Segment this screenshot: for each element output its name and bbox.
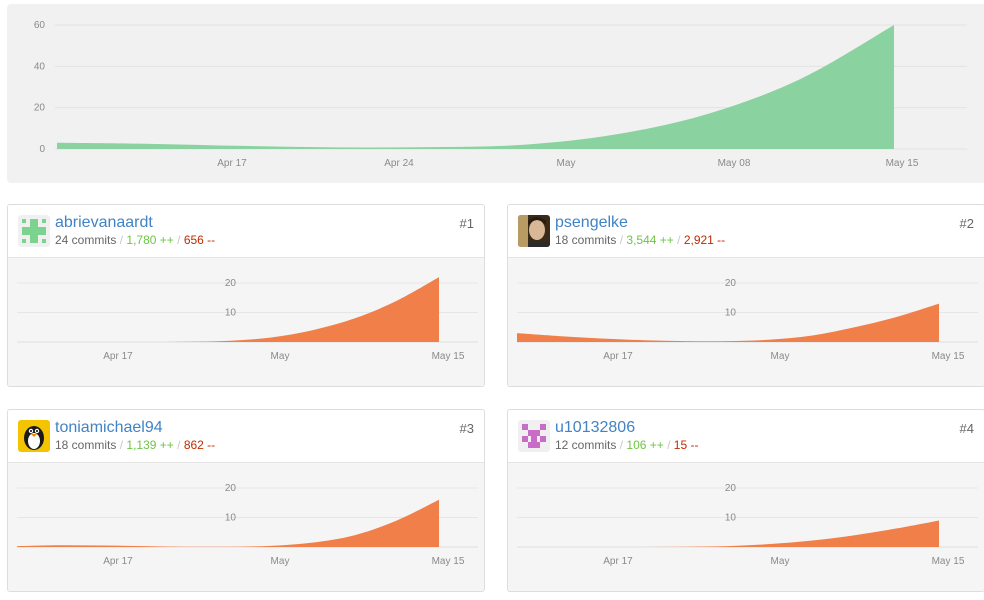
x-tick-label: Apr 24 bbox=[384, 158, 414, 169]
contributor-card: u10132806 12 commits / 106 ++ / 15 -- #4… bbox=[507, 409, 984, 592]
contributor-graph-svg: 10 20 Apr 17 May May 15 bbox=[517, 278, 978, 362]
y-tick-label: 10 bbox=[725, 513, 737, 524]
stats-separator: / bbox=[177, 233, 181, 247]
y-tick-label: 20 bbox=[225, 483, 237, 494]
deletions-count: 862 -- bbox=[183, 438, 216, 452]
contributor-stats: 12 commits / 106 ++ / 15 -- bbox=[555, 438, 698, 452]
overview-chart-svg: 0 20 40 60 Apr 17 Apr 24 May May 08 May 15 bbox=[34, 20, 967, 169]
stats-separator: / bbox=[619, 233, 624, 247]
user-photo-icon[interactable] bbox=[518, 215, 550, 247]
contributor-header: toniamichael94 18 commits / 1,139 ++ / 8… bbox=[8, 410, 484, 462]
commits-count: 24 commits bbox=[55, 233, 117, 247]
deletions-count: 656 -- bbox=[183, 233, 216, 247]
y-tick-label: 0 bbox=[39, 144, 45, 155]
stats-separator: / bbox=[119, 438, 124, 452]
contributor-header: psengelke 18 commits / 3,544 ++ / 2,921 … bbox=[508, 205, 984, 257]
contributor-username-link[interactable]: abrievanaardt bbox=[55, 214, 153, 232]
y-tick-label: 20 bbox=[225, 278, 237, 289]
commits-count: 18 commits bbox=[555, 233, 617, 247]
x-tick-label: Apr 17 bbox=[603, 351, 633, 362]
stats-separator: / bbox=[119, 233, 124, 247]
y-tick-label: 40 bbox=[34, 61, 46, 72]
contributor-stats: 18 commits / 3,544 ++ / 2,921 -- bbox=[555, 233, 725, 247]
contributor-rank: #4 bbox=[959, 421, 974, 436]
contributor-rank: #1 bbox=[459, 216, 474, 231]
identicon-pink-pattern-icon[interactable] bbox=[518, 420, 550, 452]
x-tick-label: May bbox=[271, 556, 290, 567]
contributor-graph-svg: 10 20 Apr 17 May May 15 bbox=[17, 483, 478, 567]
x-tick-label: May 15 bbox=[432, 351, 465, 362]
contributor-area bbox=[517, 520, 939, 548]
x-tick-label: May bbox=[771, 556, 790, 567]
contributor-card: psengelke 18 commits / 3,544 ++ / 2,921 … bbox=[507, 204, 984, 387]
commits-count: 12 commits bbox=[555, 438, 617, 452]
contributor-graph: 10 20 Apr 17 May May 15 bbox=[508, 462, 984, 591]
contributor-card: abrievanaardt 24 commits / 1,780 ++ / 65… bbox=[7, 204, 485, 387]
contributor-card: toniamichael94 18 commits / 1,139 ++ / 8… bbox=[7, 409, 485, 592]
x-tick-label: May bbox=[271, 351, 290, 362]
stats-separator: / bbox=[677, 233, 681, 247]
y-tick-label: 60 bbox=[34, 20, 46, 31]
stats-separator: / bbox=[667, 438, 671, 452]
y-tick-label: 10 bbox=[225, 308, 237, 319]
contributor-rank: #3 bbox=[459, 421, 474, 436]
y-tick-label: 10 bbox=[225, 513, 237, 524]
penguin-icon[interactable] bbox=[18, 420, 50, 452]
y-tick-label: 20 bbox=[34, 103, 46, 114]
overview-area bbox=[57, 25, 894, 149]
contributor-header: abrievanaardt 24 commits / 1,780 ++ / 65… bbox=[8, 205, 484, 257]
contributor-stats: 18 commits / 1,139 ++ / 862 -- bbox=[55, 438, 215, 452]
contributor-graph: 10 20 Apr 17 May May 15 bbox=[8, 257, 484, 386]
y-tick-label: 10 bbox=[725, 308, 737, 319]
contributor-rank: #2 bbox=[959, 216, 974, 231]
x-tick-label: May 15 bbox=[932, 351, 965, 362]
deletions-count: 15 -- bbox=[673, 438, 699, 452]
x-tick-label: May bbox=[557, 158, 576, 169]
commits-count: 18 commits bbox=[55, 438, 117, 452]
stats-separator: / bbox=[177, 438, 181, 452]
x-tick-label: May 15 bbox=[932, 556, 965, 567]
x-tick-label: May 15 bbox=[886, 158, 919, 169]
contributor-header: u10132806 12 commits / 106 ++ / 15 -- #4 bbox=[508, 410, 984, 462]
x-tick-label: Apr 17 bbox=[103, 351, 133, 362]
y-tick-label: 20 bbox=[725, 483, 737, 494]
x-tick-label: Apr 17 bbox=[603, 556, 633, 567]
contributor-graph-svg: 10 20 Apr 17 May May 15 bbox=[517, 483, 978, 567]
identicon-green-cross-icon[interactable] bbox=[18, 215, 50, 247]
x-tick-label: May bbox=[771, 351, 790, 362]
contributor-username-link[interactable]: psengelke bbox=[555, 214, 628, 232]
contributor-graph: 10 20 Apr 17 May May 15 bbox=[8, 462, 484, 591]
contributions-overview-chart: 0 20 40 60 Apr 17 Apr 24 May May 08 May 15 bbox=[7, 4, 984, 183]
x-tick-label: Apr 17 bbox=[103, 556, 133, 567]
additions-count: 106 ++ bbox=[626, 438, 664, 452]
y-tick-label: 20 bbox=[725, 278, 737, 289]
contributor-username-link[interactable]: u10132806 bbox=[555, 419, 635, 437]
contributor-graph-svg: 10 20 Apr 17 May May 15 bbox=[17, 277, 478, 362]
contributor-username-link[interactable]: toniamichael94 bbox=[55, 419, 163, 437]
contributor-graph: 10 20 Apr 17 May May 15 bbox=[508, 257, 984, 386]
additions-count: 1,139 ++ bbox=[126, 438, 174, 452]
contributor-stats: 24 commits / 1,780 ++ / 656 -- bbox=[55, 233, 215, 247]
x-tick-label: Apr 17 bbox=[217, 158, 247, 169]
deletions-count: 2,921 -- bbox=[683, 233, 726, 247]
stats-separator: / bbox=[619, 438, 624, 452]
x-tick-label: May 15 bbox=[432, 556, 465, 567]
x-tick-label: May 08 bbox=[718, 158, 751, 169]
additions-count: 1,780 ++ bbox=[126, 233, 174, 247]
additions-count: 3,544 ++ bbox=[626, 233, 674, 247]
